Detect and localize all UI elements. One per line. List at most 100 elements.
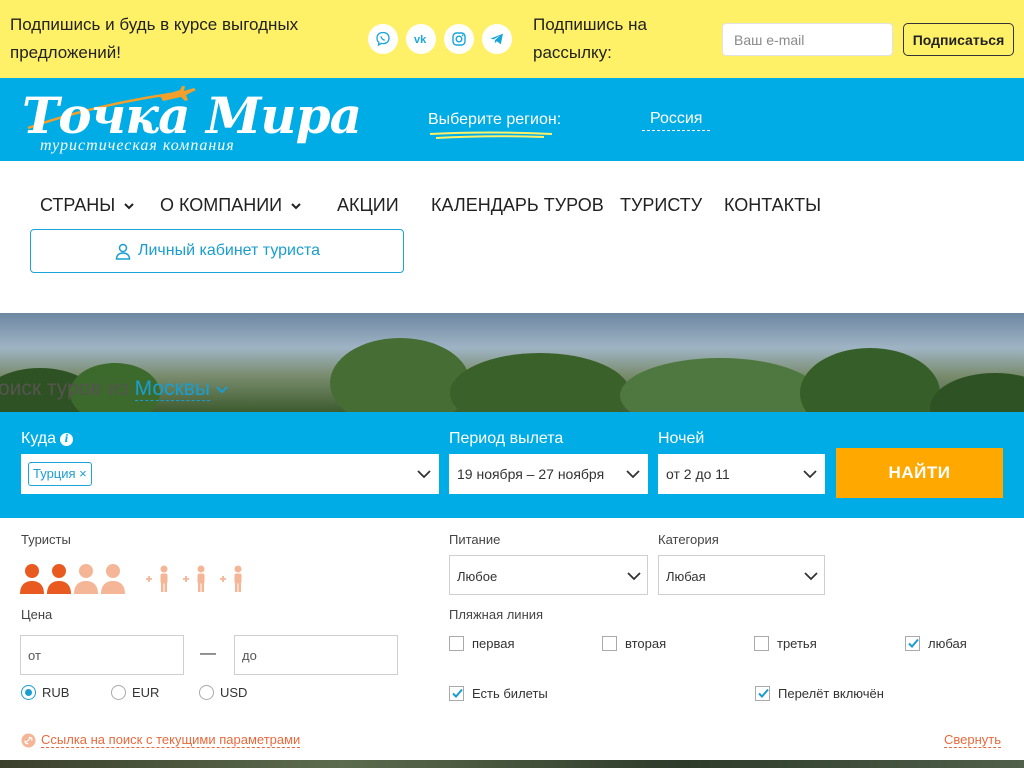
tourist-cabinet-button[interactable]: Личный кабинет туриста bbox=[30, 229, 404, 273]
chevron-down-icon bbox=[627, 572, 641, 581]
checkbox-box bbox=[602, 636, 617, 651]
svg-text:vk: vk bbox=[414, 34, 427, 46]
adult-tourist-icon[interactable] bbox=[100, 563, 126, 595]
category-label: Категория bbox=[658, 532, 719, 547]
chevron-down-icon bbox=[291, 202, 301, 209]
cabinet-button-label: Личный кабинет туриста bbox=[137, 242, 321, 259]
currency-rub-radio[interactable]: RUB bbox=[21, 685, 69, 700]
hero-title-prefix: оиск туров из bbox=[0, 377, 135, 400]
email-input[interactable] bbox=[722, 23, 893, 56]
link-icon bbox=[21, 733, 36, 747]
price-from-input[interactable] bbox=[20, 635, 184, 675]
nav-item-promotions[interactable]: АКЦИИ bbox=[337, 195, 399, 216]
hero-banner: оиск туров из Москвы bbox=[0, 313, 1024, 413]
checkbox-box bbox=[449, 636, 464, 651]
beach-third-checkbox[interactable]: третья bbox=[754, 636, 817, 651]
search-link-label: Ссылка на поиск с текущими параметрами bbox=[41, 732, 301, 748]
chevron-down-icon bbox=[626, 470, 640, 479]
destination-tag-label: Турция bbox=[33, 466, 76, 481]
nights-label: Ночей bbox=[658, 430, 705, 447]
collapse-link[interactable]: Свернуть bbox=[944, 732, 1002, 748]
nav-item-about[interactable]: О КОМПАНИИ bbox=[160, 195, 302, 216]
currency-label: RUB bbox=[42, 685, 70, 700]
vk-icon[interactable]: vk bbox=[406, 24, 436, 54]
period-label: Период вылета bbox=[449, 430, 564, 447]
subscribe-button[interactable]: Подписаться bbox=[903, 23, 1014, 56]
meal-value: Любое bbox=[457, 569, 498, 584]
search-link[interactable]: Ссылка на поиск с текущими параметрами bbox=[21, 732, 301, 748]
beach-line-label: Пляжная линия bbox=[449, 607, 544, 622]
logo-subtitle: туристическая компания bbox=[40, 137, 235, 154]
beach-first-checkbox[interactable]: первая bbox=[449, 636, 515, 651]
checkbox-label: первая bbox=[472, 636, 515, 651]
check-icon bbox=[908, 638, 919, 648]
remove-tag-icon[interactable]: × bbox=[76, 466, 87, 481]
category-select[interactable]: Любая bbox=[658, 555, 825, 595]
region-underline-decoration bbox=[429, 131, 553, 139]
checkbox-label: любая bbox=[928, 636, 967, 651]
main-nav: СТРАНЫ О КОМПАНИИ АКЦИИ КАЛЕНДАРЬ ТУРОВ … bbox=[0, 161, 1024, 313]
checkbox-label: третья bbox=[777, 636, 817, 651]
checkbox-label: Перелёт включён bbox=[778, 686, 884, 701]
destination-label: Куда i bbox=[21, 430, 74, 448]
nav-item-label: СТРАНЫ bbox=[40, 195, 116, 215]
destination-select[interactable]: Турция × bbox=[21, 454, 439, 494]
beach-second-checkbox[interactable]: вторая bbox=[602, 636, 666, 651]
currency-eur-radio[interactable]: EUR bbox=[111, 685, 159, 700]
tickets-available-checkbox[interactable]: Есть билеты bbox=[449, 686, 548, 701]
tourists-label: Туристы bbox=[21, 532, 71, 547]
subscribe-label: Подпишись на рассылку: bbox=[533, 15, 647, 62]
viber-icon[interactable] bbox=[368, 24, 398, 54]
checkbox-box bbox=[449, 686, 464, 701]
nights-value: от 2 до 11 bbox=[666, 466, 730, 482]
user-icon bbox=[115, 243, 131, 260]
meal-label: Питание bbox=[449, 532, 501, 547]
radio-indicator bbox=[111, 685, 126, 700]
meal-select[interactable]: Любое bbox=[449, 555, 648, 595]
adult-tourist-icon[interactable] bbox=[46, 563, 72, 595]
nav-item-label: КАЛЕНДАРЬ ТУРОВ bbox=[431, 195, 604, 215]
add-child-icon[interactable] bbox=[144, 564, 174, 594]
adult-tourist-icon[interactable] bbox=[19, 563, 45, 595]
checkbox-box bbox=[905, 636, 920, 651]
search-filters: Туристы Питание Любое Категория Любая Це… bbox=[0, 518, 1024, 760]
nav-item-countries[interactable]: СТРАНЫ bbox=[40, 195, 135, 216]
add-child-icon[interactable] bbox=[181, 564, 211, 594]
nav-item-label: КОНТАКТЫ bbox=[724, 195, 822, 215]
checkbox-box bbox=[754, 636, 769, 651]
check-icon bbox=[758, 688, 769, 698]
chevron-down-icon bbox=[803, 470, 817, 479]
instagram-icon[interactable] bbox=[444, 24, 474, 54]
check-icon bbox=[452, 688, 463, 698]
nights-select[interactable]: от 2 до 11 bbox=[658, 454, 825, 494]
find-button[interactable]: НАЙТИ bbox=[836, 448, 1003, 498]
region-label: Выберите регион: bbox=[428, 111, 562, 128]
period-select[interactable]: 19 ноября – 27 ноября bbox=[449, 454, 648, 494]
category-value: Любая bbox=[666, 569, 706, 584]
nav-item-tourist[interactable]: ТУРИСТУ bbox=[620, 195, 702, 216]
add-child-icon[interactable] bbox=[218, 564, 248, 594]
flight-included-checkbox[interactable]: Перелёт включён bbox=[755, 686, 884, 701]
nav-item-label: О КОМПАНИИ bbox=[160, 195, 283, 215]
price-label: Цена bbox=[21, 607, 53, 622]
price-to-input[interactable] bbox=[234, 635, 398, 675]
currency-usd-radio[interactable]: USD bbox=[199, 685, 247, 700]
adult-tourist-icon[interactable] bbox=[73, 563, 99, 595]
tour-search-bar: Куда i Турция × Период вылета 19 ноября –… bbox=[0, 412, 1024, 518]
beach-any-checkbox[interactable]: любая bbox=[905, 636, 967, 651]
logo[interactable]: Точка Мира туристическая компания bbox=[20, 82, 362, 158]
period-value: 19 ноября – 27 ноября bbox=[457, 466, 605, 482]
destination-tag[interactable]: Турция × bbox=[28, 462, 92, 486]
info-icon[interactable]: i bbox=[60, 433, 74, 446]
nav-item-tour-calendar[interactable]: КАЛЕНДАРЬ ТУРОВ bbox=[431, 195, 604, 216]
region-selector[interactable]: Россия bbox=[642, 110, 711, 131]
nav-item-contacts[interactable]: КОНТАКТЫ bbox=[724, 195, 821, 216]
checkbox-label: Есть билеты bbox=[472, 686, 548, 701]
radio-indicator bbox=[199, 685, 214, 700]
departure-city-selector[interactable]: Москвы bbox=[134, 377, 210, 401]
chevron-down-icon bbox=[804, 572, 818, 581]
promo-text: Подпишись и будь в курсе выгодных предло… bbox=[10, 15, 299, 62]
chevron-down-icon bbox=[216, 386, 228, 394]
nav-item-label: ТУРИСТУ bbox=[620, 195, 703, 215]
telegram-icon[interactable] bbox=[482, 24, 512, 54]
